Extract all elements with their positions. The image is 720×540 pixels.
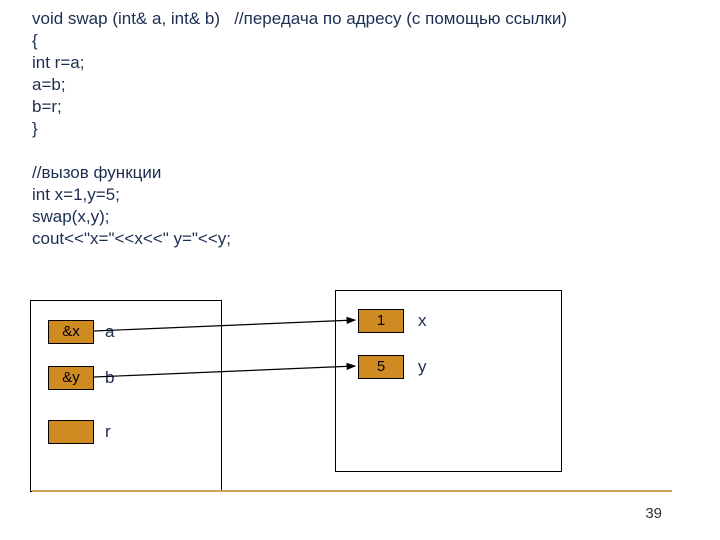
code-line: a=b; bbox=[32, 75, 66, 94]
label-a: a bbox=[105, 322, 114, 342]
cell-y: 5 bbox=[358, 355, 404, 379]
code-line: void swap (int& a, int& b) //передача по… bbox=[32, 9, 567, 28]
label-x: x bbox=[418, 311, 427, 331]
code-line: //вызов функции bbox=[32, 163, 161, 182]
code-line: swap(x,y); bbox=[32, 207, 109, 226]
label-b: b bbox=[105, 368, 114, 388]
page-number: 39 bbox=[645, 505, 662, 522]
code-line: b=r; bbox=[32, 97, 62, 116]
cell-r bbox=[48, 420, 94, 444]
cell-b: &y bbox=[48, 366, 94, 390]
code-line: int x=1,y=5; bbox=[32, 185, 120, 204]
code-line: int r=a; bbox=[32, 53, 84, 72]
label-r: r bbox=[105, 422, 111, 442]
cell-x: 1 bbox=[358, 309, 404, 333]
code-line: { bbox=[32, 31, 38, 50]
code-line: cout<<"x="<<x<<" y="<<y; bbox=[32, 229, 231, 248]
footer-rule bbox=[32, 490, 672, 492]
cell-a: &x bbox=[48, 320, 94, 344]
code-line: } bbox=[32, 119, 38, 138]
label-y: y bbox=[418, 357, 427, 377]
code-block: void swap (int& a, int& b) //передача по… bbox=[32, 8, 567, 250]
